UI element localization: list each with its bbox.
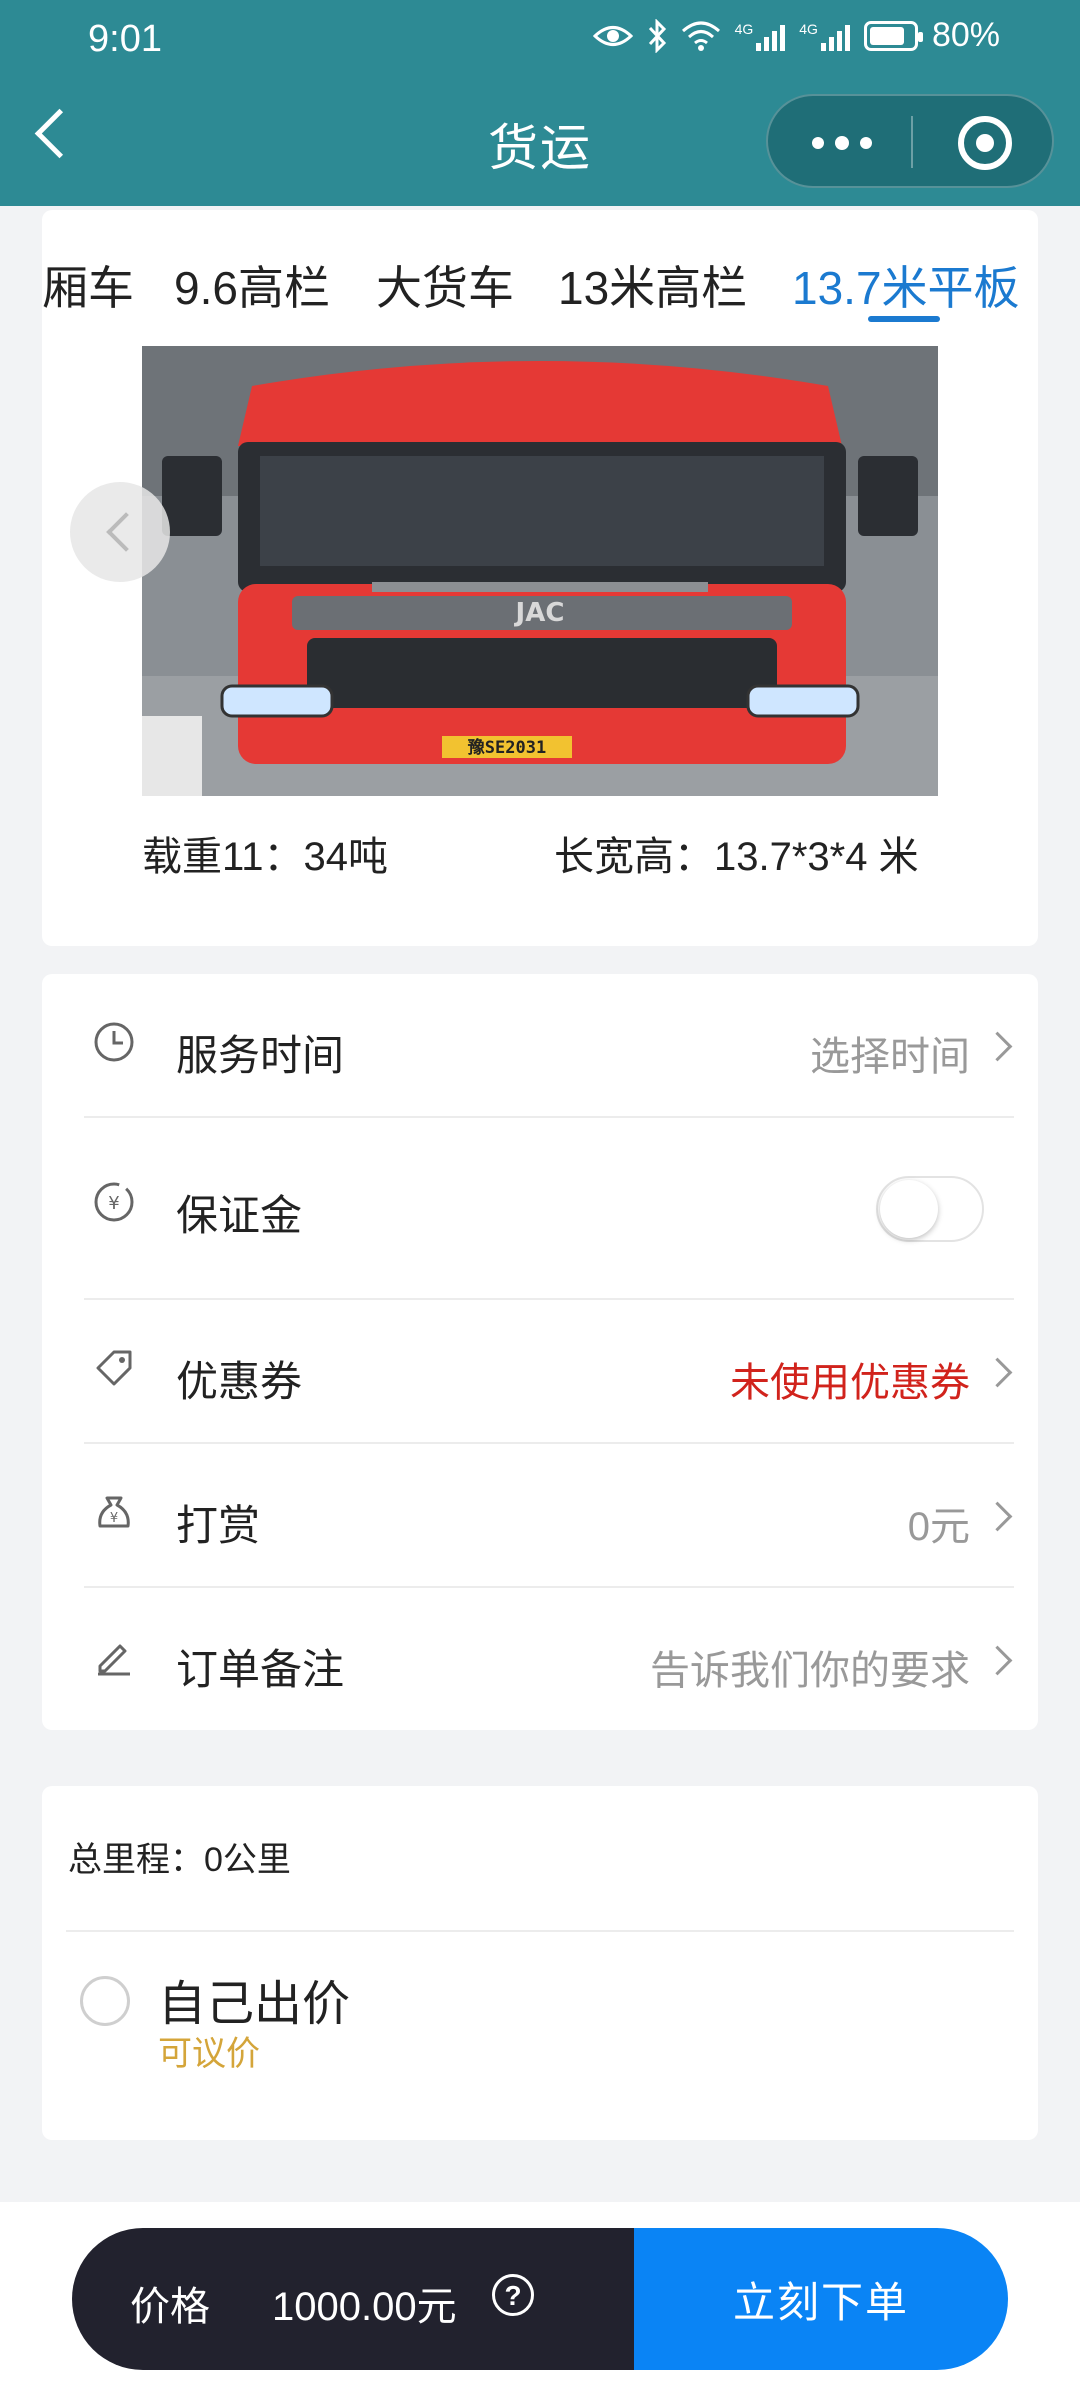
chevron-right-icon bbox=[982, 1357, 1013, 1388]
status-icons: 4G 4G 80% bbox=[592, 16, 1000, 55]
order-remark-label: 订单备注 bbox=[176, 1646, 345, 1693]
pricing-card: 总里程：0公里 自己出价 可议价 bbox=[42, 1786, 1038, 2140]
vehicle-tab-active[interactable]: 13.7米平板 bbox=[792, 252, 1020, 318]
coupon-value: 未使用优惠券 bbox=[730, 1361, 970, 1405]
eye-icon bbox=[592, 25, 633, 46]
price-summary: 价格 1000.00元 ? bbox=[72, 2228, 634, 2370]
coupon-row[interactable]: 优惠券 未使用优惠券 bbox=[66, 1300, 1014, 1444]
yen-coin-icon: ¥ bbox=[94, 1182, 134, 1222]
deposit-toggle[interactable] bbox=[876, 1176, 984, 1242]
tip-row[interactable]: ¥ 打赏 0元 bbox=[66, 1444, 1014, 1588]
status-time: 9:01 bbox=[88, 18, 162, 60]
capsule-divider bbox=[911, 116, 913, 168]
prev-vehicle-button[interactable] bbox=[70, 482, 170, 582]
vehicle-tab[interactable]: 9.6高栏 bbox=[174, 252, 330, 318]
order-remark-row[interactable]: 订单备注 告诉我们你的要求 bbox=[66, 1588, 1014, 1732]
vehicle-tab[interactable]: 厢车 bbox=[42, 252, 134, 318]
row-divider bbox=[66, 1930, 1014, 1932]
svg-text:¥: ¥ bbox=[110, 1511, 118, 1526]
license-plate-text: 豫SE2031 bbox=[468, 737, 546, 758]
bottom-bar: 价格 1000.00元 ? 立刻下单 bbox=[0, 2202, 1080, 2400]
vehicle-tab[interactable]: 大货车 bbox=[376, 252, 514, 318]
active-tab-indicator bbox=[868, 316, 940, 322]
status-bar: 9:01 4G 4G 80% bbox=[0, 0, 1080, 80]
tip-value: 0元 bbox=[907, 1505, 970, 1549]
bluetooth-icon bbox=[648, 18, 666, 53]
battery-percent: 80% bbox=[931, 16, 1000, 54]
service-time-value: 选择时间 bbox=[810, 1035, 970, 1079]
tag-icon bbox=[96, 1350, 132, 1386]
order-bar: 价格 1000.00元 ? 立刻下单 bbox=[72, 2228, 1008, 2370]
svg-text:¥: ¥ bbox=[108, 1193, 119, 1214]
chevron-right-icon bbox=[982, 1501, 1013, 1532]
battery-icon bbox=[863, 20, 923, 51]
signal-icon-1: 4G bbox=[735, 21, 786, 51]
mini-program-capsule bbox=[766, 94, 1054, 188]
load-capacity: 载重11：34吨 bbox=[142, 835, 389, 879]
truck-image: JAC 豫SE2031 bbox=[142, 346, 938, 796]
help-icon[interactable]: ? bbox=[492, 2274, 534, 2316]
deposit-row: ¥ 保证金 bbox=[66, 1118, 1014, 1300]
header: 9:01 4G 4G 80% 货运 bbox=[0, 0, 1080, 206]
negotiable-label: 可议价 bbox=[158, 2035, 260, 2073]
tip-label: 打赏 bbox=[176, 1502, 261, 1549]
close-program-button[interactable] bbox=[958, 116, 1012, 170]
total-mileage: 总里程：0公里 bbox=[68, 1841, 291, 1879]
price-label: 价格 bbox=[130, 2285, 210, 2329]
coupon-label: 优惠券 bbox=[176, 1358, 303, 1405]
self-price-label[interactable]: 自己出价 bbox=[158, 1964, 350, 2034]
self-price-radio[interactable] bbox=[80, 1976, 130, 2026]
chevron-right-icon bbox=[982, 1645, 1013, 1676]
clock-icon bbox=[94, 1022, 134, 1062]
signal-icon-2: 4G bbox=[799, 21, 850, 51]
wifi-icon bbox=[681, 21, 720, 51]
submit-order-button[interactable]: 立刻下单 bbox=[634, 2228, 1008, 2370]
vehicle-card: 厢车 9.6高栏 大货车 13米高栏 13.7米平板 JAC 豫SE2031 载… bbox=[42, 210, 1038, 946]
toggle-knob bbox=[880, 1180, 938, 1238]
money-bag-icon: ¥ bbox=[98, 1496, 130, 1528]
vehicle-dimensions: 长宽高：13.7*3*4 米 bbox=[554, 835, 919, 879]
chevron-right-icon bbox=[982, 1031, 1013, 1062]
truck-brand-text: JAC bbox=[514, 598, 565, 628]
order-options-card: 服务时间 选择时间 ¥ 保证金 优惠券 未使用优惠券 ¥ 打赏 0元 订单备注 … bbox=[42, 974, 1038, 1730]
more-button[interactable] bbox=[812, 120, 872, 166]
order-remark-value: 告诉我们你的要求 bbox=[650, 1649, 970, 1693]
price-value: 1000.00元 bbox=[272, 2285, 457, 2329]
service-time-row[interactable]: 服务时间 选择时间 bbox=[66, 974, 1014, 1118]
deposit-label: 保证金 bbox=[176, 1192, 303, 1239]
vehicle-tab[interactable]: 13米高栏 bbox=[558, 252, 747, 318]
pencil-icon bbox=[98, 1644, 130, 1676]
service-time-label: 服务时间 bbox=[176, 1032, 345, 1079]
vehicle-type-tabs: 厢车 9.6高栏 大货车 13米高栏 13.7米平板 bbox=[42, 210, 1038, 322]
